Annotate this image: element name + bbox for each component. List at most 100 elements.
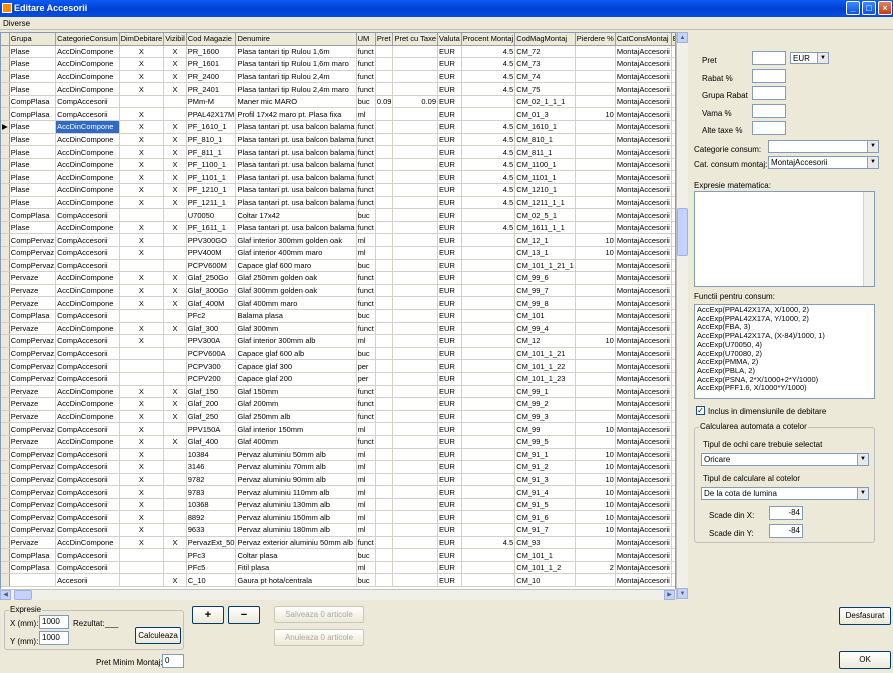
table-cell[interactable]: X bbox=[163, 158, 187, 172]
table-cell[interactable]: Capace glaf 600 alb bbox=[235, 347, 357, 361]
table-cell[interactable]: PF_811_1 bbox=[186, 145, 237, 159]
table-cell[interactable]: MontajAccesorii bbox=[615, 145, 672, 159]
table-cell[interactable]: Profil 17x42 maro pt. Plasa fixa bbox=[235, 107, 357, 122]
table-cell[interactable]: X bbox=[119, 485, 165, 499]
table-cell[interactable]: CompAccesorii bbox=[55, 498, 120, 512]
row-header[interactable] bbox=[1, 498, 10, 512]
table-cell[interactable]: X bbox=[163, 385, 187, 399]
table-cell[interactable]: AccDinCompone bbox=[55, 120, 120, 134]
table-row[interactable]: Pervaze AccDinCompone X X Glaf_250 Glaf 250mm… bbox=[1, 410, 675, 424]
table-cell[interactable] bbox=[119, 347, 165, 361]
table-cell[interactable]: 0.09 bbox=[375, 95, 394, 109]
table-cell[interactable]: PMm-M bbox=[186, 95, 237, 109]
column-header[interactable]: Procent Montaj bbox=[461, 33, 516, 46]
table-cell[interactable] bbox=[461, 271, 516, 285]
table-cell[interactable]: CompAccesorii bbox=[55, 309, 120, 323]
table-cell[interactable]: EUR bbox=[437, 82, 462, 96]
table-cell[interactable]: MontajAccesorii bbox=[615, 233, 672, 247]
table-row[interactable]: CompPervaz CompAccesorii X 10368 Pervaz alum… bbox=[1, 498, 675, 512]
row-header[interactable] bbox=[1, 170, 10, 185]
table-cell[interactable] bbox=[575, 347, 616, 361]
table-cell[interactable]: MontajAccesorii bbox=[615, 271, 672, 285]
table-row[interactable]: Plase AccDinCompone X X PF_1611_1 Plasa tanta… bbox=[1, 221, 675, 235]
row-header[interactable] bbox=[1, 70, 10, 84]
expresie-matematica-textarea[interactable] bbox=[694, 191, 875, 287]
table-cell[interactable]: Plasa tantari pt. usa balcon balama bbox=[235, 196, 357, 210]
table-cell[interactable]: EUR bbox=[437, 120, 462, 134]
table-cell[interactable]: PF_1100_1 bbox=[186, 158, 237, 172]
table-cell[interactable] bbox=[575, 397, 616, 411]
table-cell[interactable]: Pervaze bbox=[9, 385, 57, 399]
table-cell[interactable] bbox=[392, 82, 439, 96]
table-cell[interactable]: Glaf 300mm golden oak bbox=[235, 284, 357, 298]
table-cell[interactable]: MontajAccesorii bbox=[615, 359, 672, 373]
table-cell[interactable]: CM_1211_1_1 bbox=[514, 196, 576, 210]
table-cell[interactable]: EUR bbox=[437, 523, 462, 537]
table-cell[interactable]: MontajAccesorii bbox=[615, 208, 672, 222]
table-cell[interactable] bbox=[575, 536, 616, 550]
chevron-down-icon[interactable]: ▼ bbox=[817, 53, 828, 63]
row-header[interactable] bbox=[1, 183, 10, 197]
table-cell[interactable]: MontajAccesorii bbox=[615, 372, 672, 386]
column-header[interactable]: DimDebitare bbox=[119, 33, 165, 46]
table-cell[interactable]: 10 bbox=[575, 334, 616, 348]
table-cell[interactable]: X bbox=[119, 57, 165, 71]
table-cell[interactable]: MontajAccesorii bbox=[615, 296, 672, 310]
chevron-down-icon[interactable]: ▼ bbox=[867, 141, 878, 152]
delete-row-button[interactable]: − bbox=[228, 606, 260, 624]
table-cell[interactable]: PR_2400 bbox=[186, 70, 237, 84]
row-header[interactable] bbox=[1, 296, 10, 310]
column-header[interactable]: Valuta bbox=[437, 33, 462, 46]
table-cell[interactable]: MontajAccesorii bbox=[615, 120, 672, 134]
table-cell[interactable] bbox=[575, 573, 616, 588]
table-cell[interactable]: Glaf 250mm golden oak bbox=[235, 271, 357, 285]
table-cell[interactable]: X bbox=[163, 221, 187, 235]
table-cell[interactable]: CM_1611_1_1 bbox=[514, 221, 576, 235]
table-cell[interactable]: MontajAccesorii bbox=[615, 397, 672, 411]
table-cell[interactable]: X bbox=[119, 246, 165, 260]
table-cell[interactable]: X bbox=[119, 523, 165, 537]
table-cell[interactable]: funct bbox=[356, 536, 376, 550]
table-cell[interactable] bbox=[392, 183, 439, 197]
table-cell[interactable]: CompAccesorii bbox=[55, 561, 120, 575]
table-cell[interactable]: CompAccesorii bbox=[55, 523, 120, 537]
table-cell[interactable]: Glaf interior 150mm bbox=[235, 422, 357, 436]
table-cell[interactable]: CM_12_1 bbox=[514, 233, 576, 247]
table-cell[interactable]: CompPlasa bbox=[9, 95, 57, 109]
table-cell[interactable] bbox=[375, 573, 394, 588]
table-cell[interactable] bbox=[461, 523, 516, 537]
table-cell[interactable]: CM_72 bbox=[514, 45, 576, 59]
table-cell[interactable]: Plasa tantari pt. usa balcon balama bbox=[235, 133, 357, 147]
anuleaza-button[interactable]: Anuleaza 0 articole bbox=[274, 629, 364, 646]
table-cell[interactable]: MontajAccesorii bbox=[615, 309, 672, 323]
table-cell[interactable]: CM_1610_1 bbox=[514, 120, 576, 134]
table-row[interactable]: Accesorii X C_10 Gaura pt hota/centrala buc E… bbox=[1, 573, 675, 588]
table-cell[interactable]: AccDinCompone bbox=[55, 183, 120, 197]
table-cell[interactable]: AccDinCompone bbox=[55, 397, 120, 411]
column-header[interactable]: Cod Magazie bbox=[186, 33, 237, 46]
table-row[interactable]: CompPervaz CompAccesorii PCPV600M Capace gl… bbox=[1, 259, 675, 273]
table-cell[interactable] bbox=[392, 158, 439, 172]
table-cell[interactable] bbox=[392, 473, 439, 487]
table-cell[interactable]: 10 bbox=[575, 448, 616, 462]
table-cell[interactable] bbox=[461, 296, 516, 310]
table-cell[interactable] bbox=[375, 397, 394, 411]
table-cell[interactable]: MontajAccesorii bbox=[615, 183, 672, 197]
table-cell[interactable]: CompPervaz bbox=[9, 448, 57, 462]
table-cell[interactable]: PPV150A bbox=[186, 422, 237, 436]
table-cell[interactable]: MontajAccesorii bbox=[615, 385, 672, 399]
table-cell[interactable] bbox=[461, 322, 516, 336]
table-cell[interactable]: X bbox=[119, 422, 165, 436]
table-cell[interactable]: 10 bbox=[575, 460, 616, 474]
table-cell[interactable]: 8892 bbox=[186, 510, 237, 525]
table-cell[interactable]: Pervaz aluminiu 130mm alb bbox=[235, 498, 357, 512]
table-cell[interactable] bbox=[163, 309, 187, 323]
table-cell[interactable]: CM_99_4 bbox=[514, 322, 576, 336]
table-cell[interactable]: Glaf 400mm bbox=[235, 435, 357, 449]
table-cell[interactable]: X bbox=[163, 133, 187, 147]
table-cell[interactable] bbox=[392, 485, 439, 499]
table-cell[interactable]: MontajAccesorii bbox=[615, 573, 672, 588]
table-cell[interactable]: buc bbox=[356, 259, 376, 273]
table-cell[interactable]: CompPervaz bbox=[9, 510, 57, 525]
table-cell[interactable]: CM_91_5 bbox=[514, 498, 576, 512]
